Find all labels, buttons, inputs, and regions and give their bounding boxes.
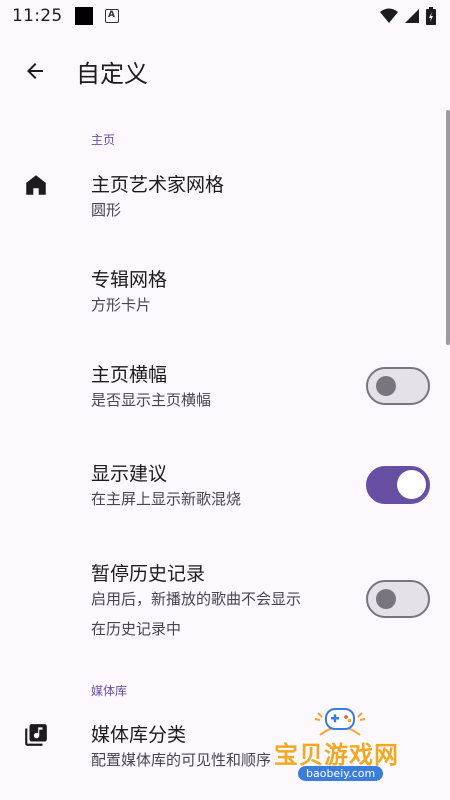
pref-summary: 圆形 [91,201,122,219]
home-banner-switch[interactable] [366,367,430,405]
pref-summary-line2: 在历史记录中 [91,620,182,638]
section-header-library: 媒体库 [91,684,128,698]
watermark: 宝贝游戏网 baobeiy.com [270,705,440,790]
library-music-icon [25,724,47,746]
status-bar: 11:25 A [0,0,450,32]
status-indicators [380,7,436,25]
home-icon [26,175,46,195]
pref-album-grid[interactable]: 专辑网格 方形卡片 [0,255,450,335]
pref-summary-line1: 启用后，新播放的歌曲不会显示 [91,590,302,608]
status-time: 11:25 [12,6,63,26]
watermark-text: 宝贝游戏网 [274,741,399,769]
app-bar: 自定义 [0,40,450,100]
back-button[interactable] [20,56,50,86]
pref-show-suggestions[interactable]: 显示建议 在主屏上显示新歌混烧 [0,449,450,529]
pref-title: 显示建议 [91,463,168,485]
pref-title: 暂停历史记录 [91,563,206,585]
pref-summary: 在主屏上显示新歌混烧 [91,490,242,508]
switch-thumb [397,470,426,499]
switch-thumb [376,588,396,609]
pref-home-artist-grid[interactable]: 主页艺术家网格 圆形 [0,160,450,240]
page-title: 自定义 [76,60,148,88]
arrow-back-icon [27,63,43,79]
section-header-home: 主页 [91,133,116,147]
pref-home-banner[interactable]: 主页横幅 是否显示主页横幅 [0,350,450,430]
switch-thumb [376,375,396,396]
pref-title: 专辑网格 [91,269,168,291]
wifi-icon [380,8,398,23]
pref-title: 主页横幅 [91,364,168,386]
battery-icon [426,7,436,25]
show-suggestions-switch[interactable] [366,466,430,504]
gamepad-logo-icon [314,708,366,736]
cellular-icon [405,9,419,23]
pause-history-switch[interactable] [366,580,430,618]
app-notification-icon: A [104,9,119,23]
pref-summary: 方形卡片 [91,296,152,314]
notification-icon [74,7,93,25]
pref-title: 主页艺术家网格 [91,174,225,196]
pref-title: 媒体库分类 [91,724,187,746]
pref-summary: 是否显示主页横幅 [91,391,212,409]
watermark-url: baobeiy.com [298,766,384,781]
pref-pause-history[interactable]: 暂停历史记录 启用后，新播放的歌曲不会显示 在历史记录中 [0,549,450,649]
